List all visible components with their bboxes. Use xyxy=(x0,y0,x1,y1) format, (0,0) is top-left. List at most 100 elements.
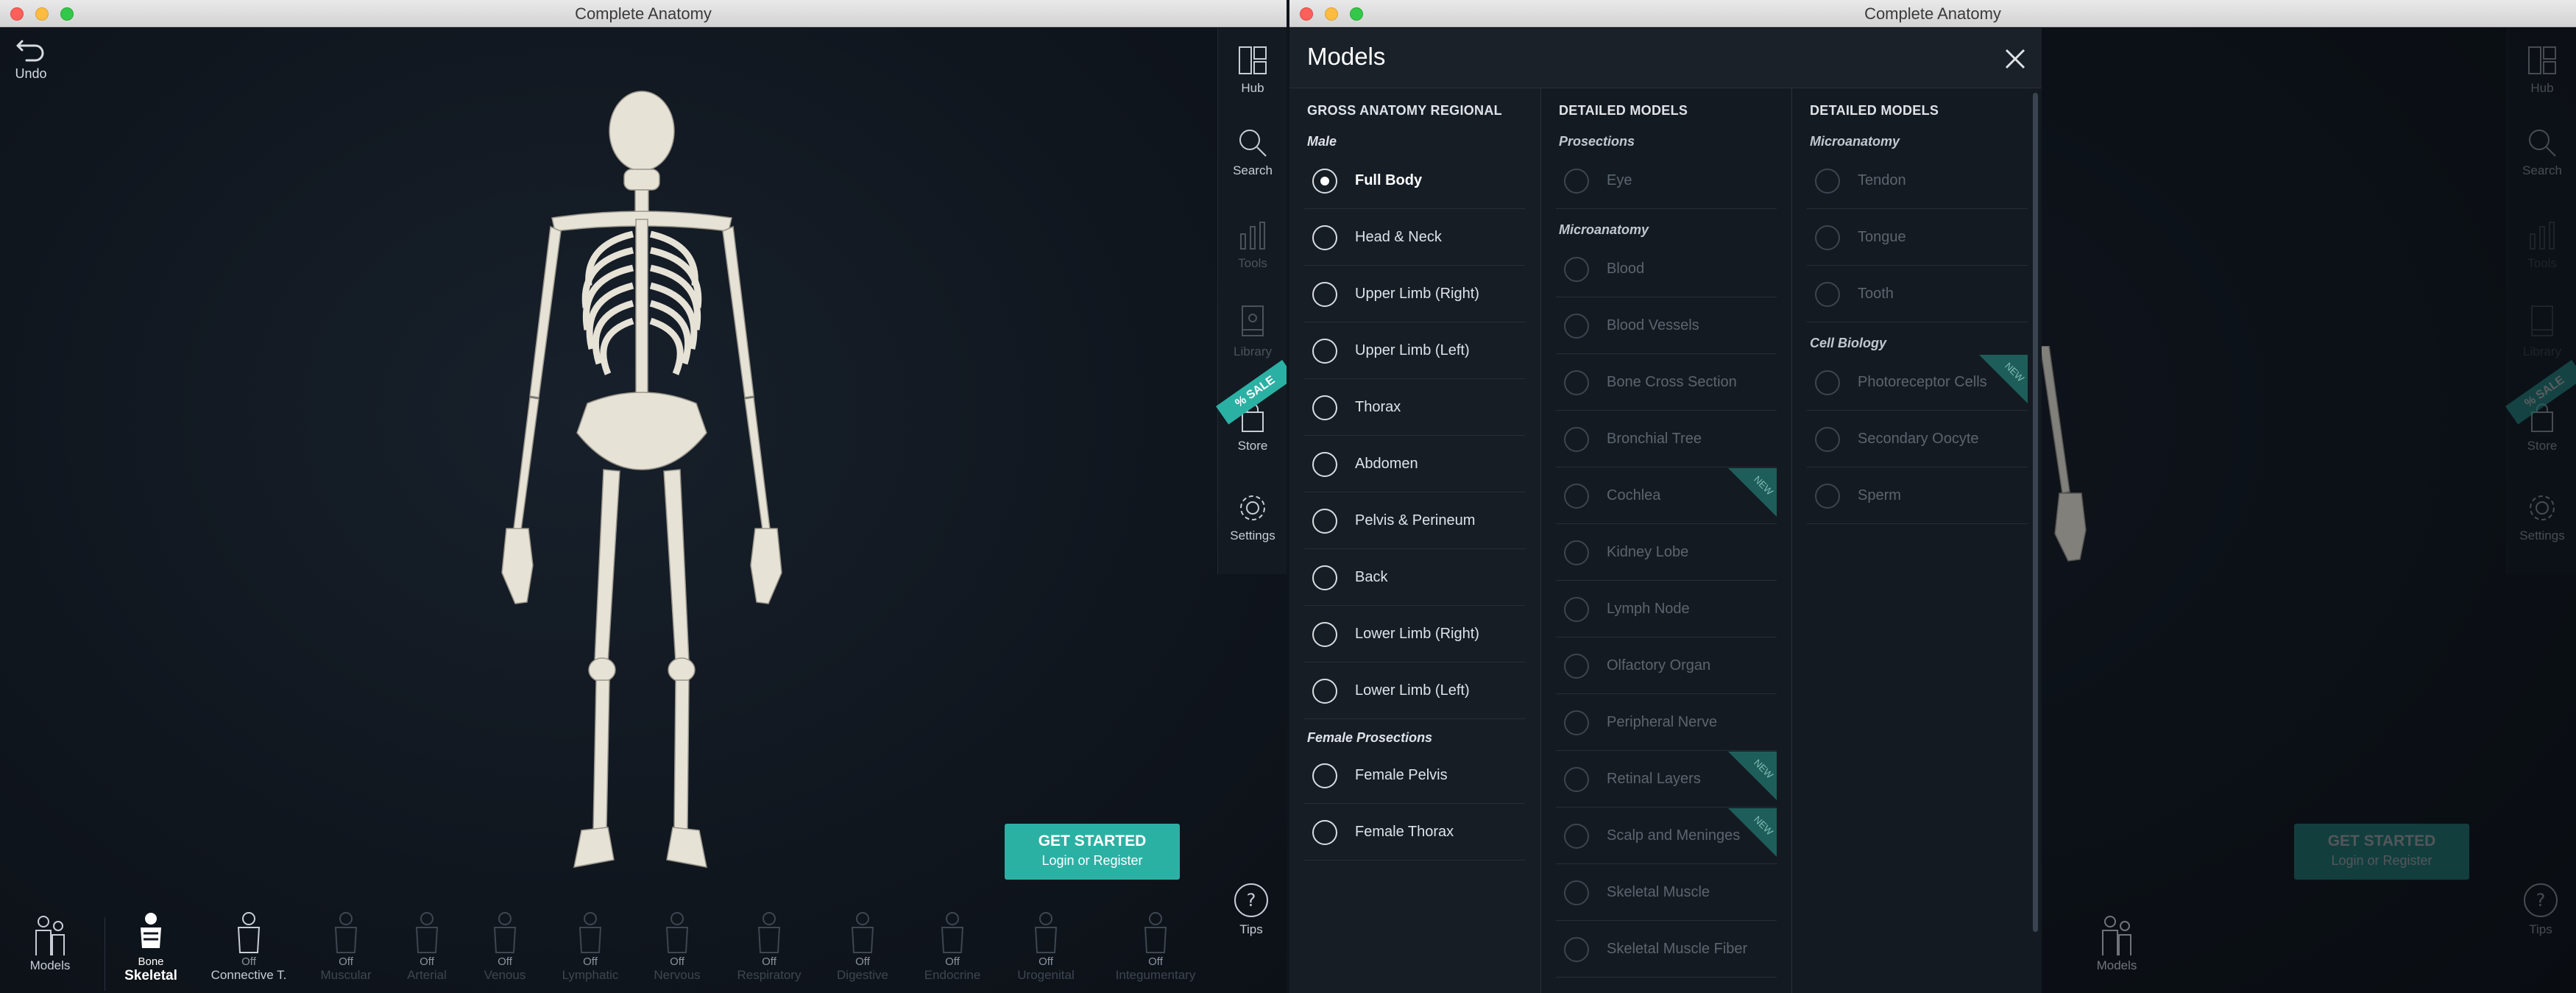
model-option-blood-vessels[interactable]: Blood Vessels xyxy=(1556,298,1777,354)
group-cell-biology: Cell Biology xyxy=(1810,336,1887,350)
digestive-system-button[interactable]: Off Digestive xyxy=(826,911,899,983)
radio-button[interactable] xyxy=(1564,540,1589,565)
model-option-skeletal-muscle[interactable]: Skeletal Muscle xyxy=(1556,865,1777,921)
model-option-retinal-layers[interactable]: Retinal Layers NEW xyxy=(1556,752,1777,808)
radio-button[interactable] xyxy=(1564,314,1589,339)
model-option-tongue[interactable]: Tongue xyxy=(1807,210,2028,266)
group-female-prosections: Female Prosections xyxy=(1307,730,1433,745)
model-option-female-pelvis[interactable]: Female Pelvis xyxy=(1304,748,1525,804)
lymphatic-icon xyxy=(578,912,602,953)
radio-button[interactable] xyxy=(1815,282,1840,307)
radio-button[interactable] xyxy=(1564,824,1589,849)
model-option-eye[interactable]: Eye xyxy=(1556,153,1777,209)
search-button[interactable]: Search xyxy=(1218,127,1287,178)
model-option-tooth[interactable]: Tooth xyxy=(1807,266,2028,322)
radio-button[interactable] xyxy=(1815,169,1840,194)
radio-button[interactable] xyxy=(1312,679,1337,704)
settings-button[interactable]: Settings xyxy=(1218,492,1287,543)
column-header: DETAILED MODELS xyxy=(1559,103,1688,118)
models-button[interactable]: Models xyxy=(21,911,79,973)
model-option-female-thorax[interactable]: Female Thorax xyxy=(1304,805,1525,861)
radio-button[interactable] xyxy=(1815,484,1840,509)
urogenital-system-button[interactable]: Off Urogenital xyxy=(1005,911,1086,983)
model-option-secondary-oocyte[interactable]: Secondary Oocyte xyxy=(1807,411,2028,467)
lymphatic-system-button[interactable]: Off Lymphatic xyxy=(553,911,627,983)
radio-button[interactable] xyxy=(1312,763,1337,788)
radio-button[interactable] xyxy=(1815,427,1840,452)
model-option-abdomen[interactable]: Abdomen xyxy=(1304,437,1525,492)
close-window-button[interactable] xyxy=(10,7,24,21)
radio-button[interactable] xyxy=(1312,565,1337,590)
radio-button[interactable] xyxy=(1312,282,1337,307)
model-option-bronchial-tree[interactable]: Bronchial Tree xyxy=(1556,411,1777,467)
model-option-bone-cross-section[interactable]: Bone Cross Section xyxy=(1556,355,1777,411)
radio-button[interactable] xyxy=(1312,339,1337,364)
hub-button[interactable]: Hub xyxy=(1218,44,1287,96)
model-option-sperm[interactable]: Sperm xyxy=(1807,468,2028,524)
model-option-olfactory-organ[interactable]: Olfactory Organ xyxy=(1556,638,1777,694)
model-option-head-neck[interactable]: Head & Neck xyxy=(1304,210,1525,266)
radio-button[interactable] xyxy=(1312,622,1337,647)
model-option-blood[interactable]: Blood xyxy=(1556,241,1777,297)
venous-system-button[interactable]: Off Venous xyxy=(468,911,542,983)
connective-tissue-button[interactable]: Off Connective T. xyxy=(205,911,293,983)
radio-button[interactable] xyxy=(1564,767,1589,792)
radio-button[interactable] xyxy=(1564,937,1589,962)
radio-button[interactable] xyxy=(1564,484,1589,509)
nervous-system-button[interactable]: Off Nervous xyxy=(640,911,714,983)
model-option-label: Lymph Node xyxy=(1607,601,1690,617)
model-option-lower-limb-right[interactable]: Lower Limb (Right) xyxy=(1304,607,1525,662)
model-option-skeletal-muscle-fiber[interactable]: Skeletal Muscle Fiber xyxy=(1556,922,1777,978)
model-option-thorax[interactable]: Thorax xyxy=(1304,380,1525,436)
model-option-scalp-meninges[interactable]: Scalp and Meninges NEW xyxy=(1556,808,1777,864)
radio-button[interactable] xyxy=(1815,225,1840,250)
radio-button[interactable] xyxy=(1564,880,1589,905)
model-option-cochlea[interactable]: Cochlea NEW xyxy=(1556,468,1777,524)
arterial-system-button[interactable]: Off Arterial xyxy=(390,911,464,983)
radio-button[interactable] xyxy=(1312,452,1337,477)
radio-button[interactable] xyxy=(1312,395,1337,420)
model-option-pelvis-perineum[interactable]: Pelvis & Perineum xyxy=(1304,493,1525,549)
panel-scrollbar[interactable] xyxy=(2033,93,2038,932)
model-option-peripheral-nerve[interactable]: Peripheral Nerve xyxy=(1556,695,1777,751)
radio-button[interactable] xyxy=(1564,169,1589,194)
integumentary-system-button[interactable]: Off Integumentary xyxy=(1104,911,1207,983)
radio-button[interactable] xyxy=(1564,370,1589,395)
endocrine-system-button[interactable]: Off Endocrine xyxy=(916,911,989,983)
radio-button[interactable] xyxy=(1564,597,1589,622)
radio-button[interactable] xyxy=(1564,257,1589,282)
radio-selected[interactable] xyxy=(1312,169,1337,194)
model-option-lower-limb-left[interactable]: Lower Limb (Left) xyxy=(1304,663,1525,719)
radio-button[interactable] xyxy=(1312,509,1337,534)
close-window-button[interactable] xyxy=(1300,7,1313,21)
model-option-upper-limb-left[interactable]: Upper Limb (Left) xyxy=(1304,323,1525,379)
model-option-lymph-node[interactable]: Lymph Node xyxy=(1556,582,1777,637)
radio-button[interactable] xyxy=(1312,225,1337,250)
minimize-window-button[interactable] xyxy=(35,7,49,21)
skeletal-system-button[interactable]: Bone Skeletal xyxy=(118,911,184,984)
tools-button[interactable]: Tools xyxy=(1218,219,1287,271)
zoom-window-button[interactable] xyxy=(60,7,74,21)
model-option-full-body[interactable]: Full Body xyxy=(1304,153,1525,209)
radio-button[interactable] xyxy=(1564,654,1589,679)
skeleton-model[interactable] xyxy=(456,87,824,874)
model-option-upper-limb-right[interactable]: Upper Limb (Right) xyxy=(1304,266,1525,322)
respiratory-system-button[interactable]: Off Respiratory xyxy=(729,911,810,983)
library-button[interactable]: Library xyxy=(1218,303,1287,359)
zoom-window-button[interactable] xyxy=(1350,7,1363,21)
radio-button[interactable] xyxy=(1564,427,1589,452)
close-panel-button[interactable] xyxy=(2000,44,2030,74)
undo-button[interactable]: Undo xyxy=(10,34,52,82)
minimize-window-button[interactable] xyxy=(1325,7,1338,21)
get-started-button[interactable]: GET STARTED Login or Register xyxy=(1005,824,1180,880)
model-option-photoreceptor-cells[interactable]: Photoreceptor Cells NEW xyxy=(1807,355,2028,411)
model-option-back[interactable]: Back xyxy=(1304,550,1525,606)
model-option-tendon[interactable]: Tendon xyxy=(1807,153,2028,209)
model-option-kidney-lobe[interactable]: Kidney Lobe xyxy=(1556,525,1777,581)
model-option-label: Upper Limb (Right) xyxy=(1355,286,1479,302)
radio-button[interactable] xyxy=(1564,710,1589,735)
radio-button[interactable] xyxy=(1815,370,1840,395)
get-started-label: GET STARTED xyxy=(1038,833,1147,849)
muscular-system-button[interactable]: Off Muscular xyxy=(309,911,383,983)
radio-button[interactable] xyxy=(1312,820,1337,845)
